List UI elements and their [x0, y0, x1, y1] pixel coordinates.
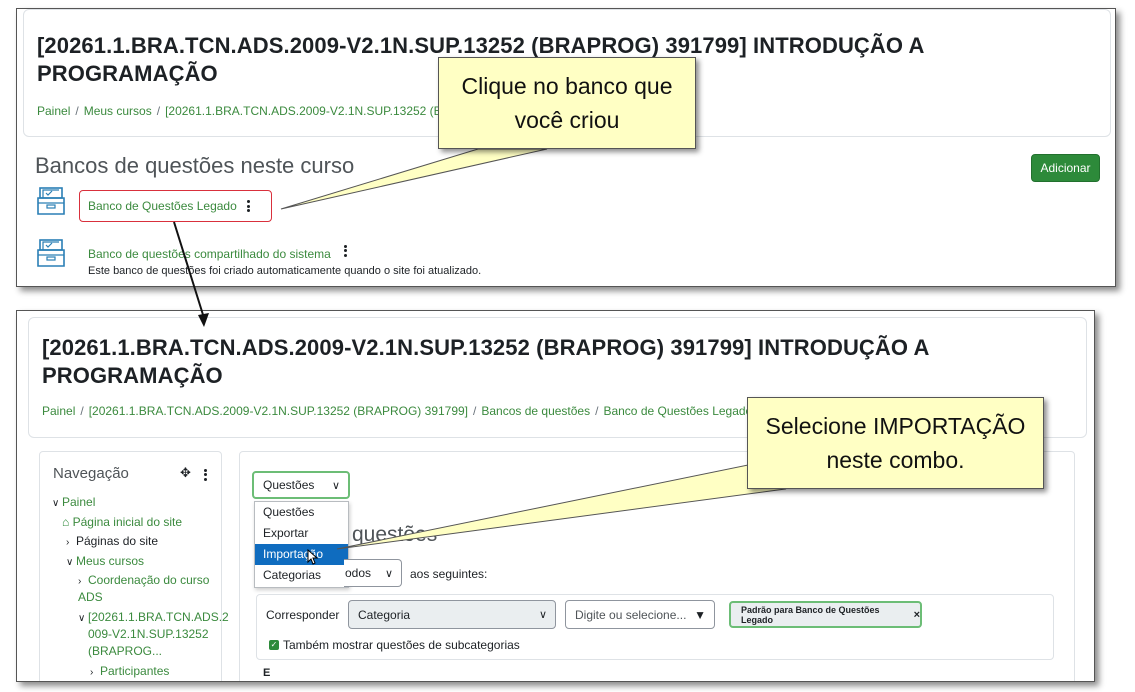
navigation-block: Navegação ✥ ∨ Painel ⌂ Página inicial do …: [39, 451, 229, 681]
nav-participants[interactable]: › Participantes: [90, 664, 169, 678]
chevron-down-icon: ∨: [66, 557, 74, 568]
breadcrumb: Painel / [20261.1.BRA.TCN.ADS.2009-V2.1N.S…: [42, 404, 753, 418]
nav-course-line2[interactable]: 009-V2.1N.SUP.13252: [88, 627, 209, 641]
chevron-right-icon: ›: [78, 576, 82, 587]
nav-coordination-ads[interactable]: ADS: [78, 590, 103, 604]
filter-sentence: aos seguintes:: [410, 567, 488, 581]
breadcrumb: Painel / Meus cursos / [20261.1.BRA.TCN.ADS.…: [37, 104, 467, 118]
bank-shared-description: Este banco de questões foi criado automa…: [88, 265, 482, 277]
breadcrumb-banks[interactable]: Bancos de questões: [481, 404, 590, 418]
chevron-right-icon: ›: [66, 537, 70, 548]
category-pill[interactable]: Padrão para Banco de Questões Legado ×: [729, 601, 922, 628]
nav-coordination[interactable]: › Coordenação do curso: [78, 573, 209, 587]
callout-select-import: Selecione IMPORTAÇÃO neste combo.: [747, 397, 1044, 489]
kebab-menu-icon[interactable]: [344, 243, 348, 258]
close-icon[interactable]: ×: [914, 609, 920, 621]
nav-painel[interactable]: ∨ Painel: [52, 495, 95, 509]
bank-shared-row: Banco de questões compartilhado do siste…: [88, 243, 348, 261]
chevron-down-icon: ∨: [384, 567, 393, 580]
chevron-down-icon: ∨: [78, 613, 86, 624]
chevron-right-icon: ›: [90, 667, 94, 678]
chevron-down-icon: ∨: [52, 498, 60, 509]
filter-type-select[interactable]: Categoria ∨: [348, 600, 556, 629]
navigation-title: Navegação: [53, 465, 129, 482]
breadcrumb-meus-cursos[interactable]: Meus cursos: [84, 104, 152, 118]
breadcrumb-painel[interactable]: Painel: [42, 404, 75, 418]
category-search-input[interactable]: Digite ou selecione... ▼: [565, 600, 715, 629]
home-icon: ⌂: [62, 515, 73, 529]
course-title: [20261.1.BRA.TCN.ADS.2009-V2.1N.SUP.1325…: [42, 335, 930, 388]
bank-legado-link[interactable]: Banco de Questões Legado: [88, 199, 237, 213]
callout-click-bank: Clique no banco que você criou: [438, 57, 696, 149]
checkbox-checked[interactable]: ✓: [269, 640, 279, 650]
chevron-down-icon: ∨: [331, 479, 340, 492]
option-categorias[interactable]: Categorias: [255, 565, 348, 586]
corresponder-label: Corresponder: [266, 608, 340, 622]
move-icon[interactable]: ✥: [180, 465, 191, 481]
option-questoes[interactable]: Questões: [255, 502, 348, 523]
breadcrumb-painel[interactable]: Painel: [37, 104, 70, 118]
nav-course-line3[interactable]: (BRAPROG...: [88, 644, 162, 658]
match-type-select[interactable]: odos ∨: [344, 559, 402, 587]
breadcrumb-bank-legado[interactable]: Banco de Questões Legado: [603, 404, 752, 418]
nav-course[interactable]: ∨ [20261.1.BRA.TCN.ADS.2: [78, 610, 229, 624]
question-bank-icon: [37, 187, 65, 215]
breadcrumb-course[interactable]: [20261.1.BRA.TCN.ADS.2009-V2.1N.SUP.1325…: [89, 404, 468, 418]
mouse-pointer-icon: [307, 549, 319, 565]
nav-site-pages[interactable]: › Páginas do site: [66, 534, 158, 548]
bank-legado-box[interactable]: Banco de Questões Legado: [79, 190, 272, 222]
action-combo-menu: Questões Exportar Importação Categorias: [254, 501, 349, 588]
nav-my-courses[interactable]: ∨ Meus cursos: [66, 554, 144, 568]
section-heading: Bancos de questões neste curso: [35, 153, 355, 178]
bank-shared-link[interactable]: Banco de questões compartilhado do siste…: [88, 247, 331, 261]
chevron-down-icon: ∨: [538, 609, 547, 621]
option-exportar[interactable]: Exportar: [255, 523, 348, 544]
action-combo[interactable]: Questões ∨: [252, 471, 350, 499]
nav-home[interactable]: ⌂ Página inicial do site: [62, 515, 182, 529]
kebab-menu-icon[interactable]: [204, 467, 208, 482]
page-heading-partial: questões: [352, 523, 438, 546]
option-importacao[interactable]: Importação: [255, 544, 348, 565]
breadcrumb-course[interactable]: [20261.1.BRA.TCN.ADS.2009-V2.1N.SUP.1325…: [165, 104, 466, 118]
question-bank-icon: [37, 239, 65, 267]
add-bank-button[interactable]: Adicionar: [1031, 154, 1100, 182]
kebab-menu-icon[interactable]: [246, 199, 251, 214]
subcategories-checkbox-row[interactable]: ✓ Também mostrar questões de subcategori…: [269, 638, 520, 652]
section-letter: E: [263, 667, 271, 679]
screenshot-bank-questions: [20261.1.BRA.TCN.ADS.2009-V2.1N.SUP.1325…: [16, 310, 1095, 682]
caret-down-icon: ▼: [694, 607, 706, 622]
filter-row: Corresponder Categoria ∨ Digite ou seleci…: [256, 594, 1054, 660]
